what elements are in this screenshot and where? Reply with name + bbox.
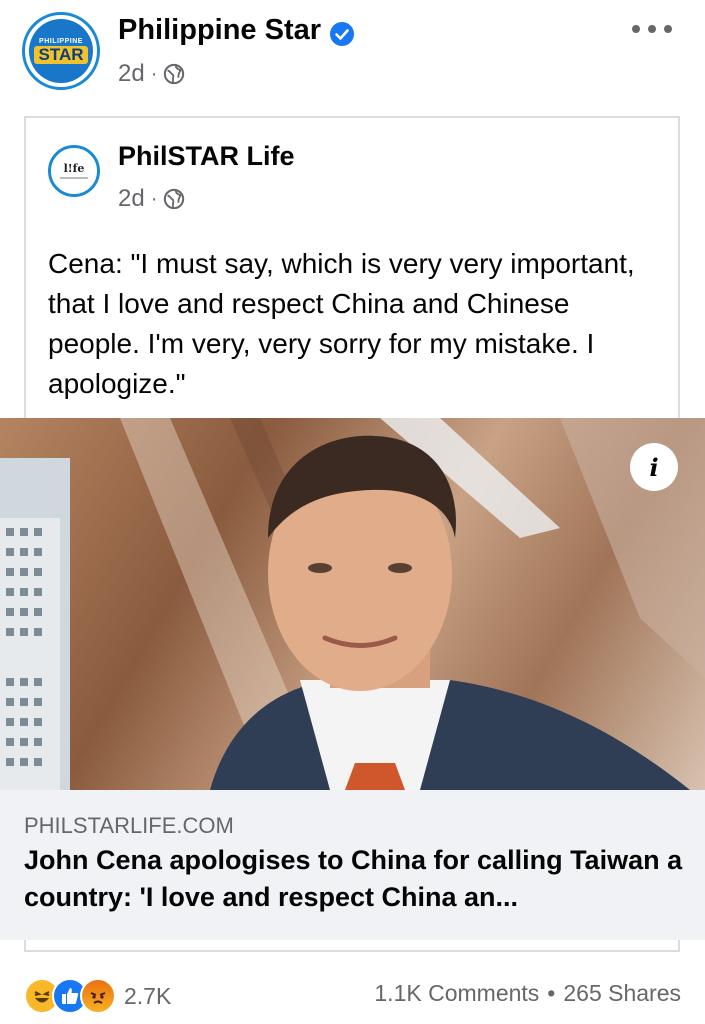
angry-face-icon bbox=[90, 992, 106, 1004]
avatar-logo-small-text: PHILIPPINE bbox=[39, 38, 83, 45]
post-header: PHILIPPINE STAR Philippine Star 2d · bbox=[0, 0, 705, 110]
shared-page-name[interactable]: PhilSTAR Life bbox=[118, 141, 295, 172]
reactions-summary[interactable]: 2.7K bbox=[24, 978, 171, 1014]
philippine-star-avatar[interactable]: PHILIPPINE STAR bbox=[22, 12, 100, 90]
life-avatar-underline bbox=[60, 177, 88, 179]
engagement-stats: 1.1K Comments • 265 Shares bbox=[374, 980, 681, 1007]
more-options-icon[interactable] bbox=[632, 14, 672, 44]
photo-illustration bbox=[0, 418, 705, 790]
link-preview-image[interactable] bbox=[0, 418, 705, 790]
philstar-life-avatar[interactable]: l!fe bbox=[48, 145, 100, 197]
avatar-logo: PHILIPPINE STAR bbox=[29, 19, 93, 83]
comments-count[interactable]: 1.1K Comments bbox=[374, 980, 539, 1007]
stats-separator: • bbox=[547, 980, 556, 1006]
globe-icon bbox=[164, 188, 185, 210]
more-dot bbox=[648, 25, 656, 33]
life-avatar-text: l!fe bbox=[63, 162, 85, 175]
verified-icon bbox=[330, 22, 354, 46]
globe-icon bbox=[164, 63, 185, 85]
link-domain: PHILSTARLIFE.COM bbox=[24, 813, 234, 838]
more-dot bbox=[632, 25, 640, 33]
shares-count[interactable]: 265 Shares bbox=[563, 980, 681, 1007]
page-name[interactable]: Philippine Star bbox=[118, 14, 321, 47]
angry-reaction-icon bbox=[80, 978, 116, 1014]
link-title[interactable]: John Cena apologises to China for callin… bbox=[24, 842, 684, 916]
reactions-count[interactable]: 2.7K bbox=[124, 983, 171, 1010]
meta-dot: · bbox=[150, 62, 158, 85]
post-time[interactable]: 2d bbox=[118, 60, 145, 88]
post-meta: 2d · bbox=[118, 60, 185, 88]
thumbs-up-icon bbox=[62, 988, 79, 1004]
meta-dot: · bbox=[150, 187, 158, 210]
shared-post-text: Cena: "I must say, which is very very im… bbox=[48, 248, 635, 399]
shared-post-meta: 2d · bbox=[118, 185, 185, 213]
more-dot bbox=[664, 25, 672, 33]
info-icon[interactable]: i bbox=[630, 443, 678, 491]
shared-post-time[interactable]: 2d bbox=[118, 185, 145, 213]
avatar-logo-big-text: STAR bbox=[34, 46, 88, 64]
